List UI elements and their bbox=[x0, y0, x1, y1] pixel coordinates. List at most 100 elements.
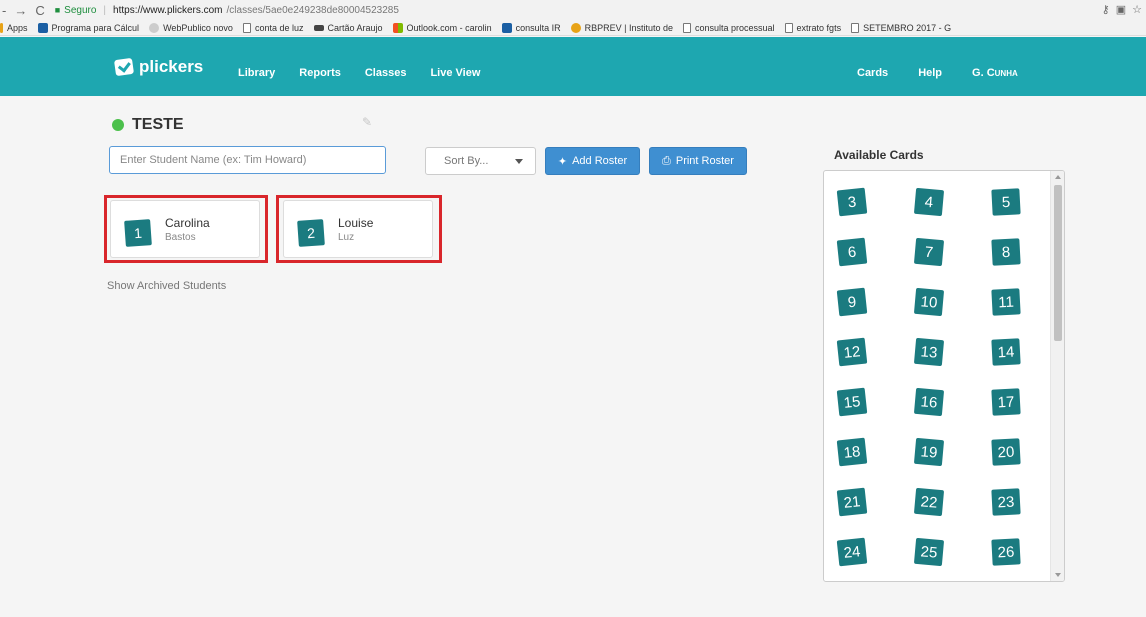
pencil-icon[interactable]: ✎ bbox=[362, 115, 374, 129]
available-card[interactable]: 7 bbox=[913, 237, 945, 267]
bookmark-label: conta de luz bbox=[254, 22, 304, 33]
bookmark-label: Cartão Araujo bbox=[327, 22, 383, 33]
caret-down-icon bbox=[515, 158, 523, 164]
card-icon bbox=[313, 24, 324, 31]
url-field[interactable]: ■ Seguro | https://www.plickers.com/clas… bbox=[55, 5, 399, 16]
available-card[interactable]: 25 bbox=[913, 537, 945, 567]
url-separator: | bbox=[103, 4, 107, 16]
key-icon[interactable]: ⚷ bbox=[1102, 3, 1110, 16]
add-roster-label: Add Roster bbox=[572, 155, 628, 167]
available-card[interactable]: 13 bbox=[913, 337, 945, 367]
bookmark-item[interactable]: RBPREV | Instituto de bbox=[570, 22, 673, 33]
available-card[interactable]: 3 bbox=[836, 187, 868, 217]
print-roster-label: Print Roster bbox=[675, 155, 734, 167]
bookmark-item[interactable]: conta de luz bbox=[242, 22, 304, 33]
logo-text: plickers bbox=[139, 57, 204, 76]
page-icon bbox=[784, 22, 793, 33]
nav-reports[interactable]: Reports bbox=[299, 67, 341, 79]
extension-icon[interactable]: ▣ bbox=[1116, 3, 1126, 16]
available-card[interactable]: 22 bbox=[913, 487, 945, 517]
available-cards-title: Available Cards bbox=[834, 148, 924, 162]
card-grid: 3 4 5 6 7 8 9 10 11 12 13 14 15 16 17 18 19 20 21 22 23 24 25 2… bbox=[836, 187, 1048, 567]
bookmarks-bar: Apps Programa para Cálcul WebPublico nov… bbox=[0, 20, 1146, 36]
class-name: TESTE bbox=[132, 116, 184, 133]
available-card[interactable]: 26 bbox=[991, 538, 1021, 566]
bookmark-label: Outlook.com - carolin bbox=[406, 22, 492, 33]
available-card[interactable]: 9 bbox=[836, 287, 868, 317]
forward-icon[interactable]: → bbox=[14, 3, 27, 18]
available-card[interactable]: 5 bbox=[991, 188, 1021, 216]
printer-icon: ⎙ bbox=[662, 154, 671, 167]
apps-icon bbox=[0, 22, 3, 33]
magic-wand-icon: ✦ bbox=[557, 155, 568, 168]
add-roster-button[interactable]: ✦ Add Roster bbox=[545, 147, 640, 175]
available-card[interactable]: 23 bbox=[991, 488, 1021, 516]
main-nav: Library Reports Classes Live View bbox=[238, 67, 480, 79]
bookmark-item[interactable]: consulta processual bbox=[683, 22, 775, 33]
nav-cards[interactable]: Cards bbox=[857, 67, 888, 79]
available-card[interactable]: 16 bbox=[913, 387, 945, 417]
site-icon bbox=[501, 22, 512, 33]
annotation-highlight-box bbox=[276, 195, 442, 263]
available-card[interactable]: 20 bbox=[991, 438, 1021, 466]
windows-icon bbox=[392, 22, 403, 33]
url-path: /classes/5ae0e249238de80004523285 bbox=[226, 4, 399, 16]
bookmark-label: consulta IR bbox=[515, 22, 561, 33]
bookmark-item[interactable]: Outlook.com - carolin bbox=[392, 22, 492, 33]
secure-label: Seguro bbox=[64, 4, 97, 16]
available-card[interactable]: 14 bbox=[991, 338, 1021, 366]
page-icon bbox=[683, 22, 691, 33]
available-card[interactable]: 6 bbox=[836, 237, 868, 267]
bookmark-item[interactable]: SETEMBRO 2017 - G bbox=[851, 22, 952, 33]
available-card[interactable]: 11 bbox=[991, 288, 1021, 316]
available-card[interactable]: 4 bbox=[913, 187, 945, 217]
bookmark-apps[interactable]: Apps bbox=[0, 22, 28, 33]
show-archived-link[interactable]: Show Archived Students bbox=[107, 280, 226, 292]
reload-icon[interactable]: C bbox=[35, 3, 44, 18]
available-card[interactable]: 12 bbox=[836, 337, 868, 367]
url-domain: https://www.plickers.com bbox=[113, 4, 223, 16]
available-card[interactable]: 21 bbox=[836, 487, 868, 517]
plickers-logo[interactable]: plickers bbox=[113, 57, 204, 77]
print-roster-button[interactable]: ⎙ Print Roster bbox=[649, 147, 747, 175]
available-card[interactable]: 24 bbox=[836, 537, 868, 567]
scroll-up-icon[interactable] bbox=[1055, 175, 1061, 179]
back-icon[interactable]: - bbox=[2, 3, 6, 18]
rbprev-icon bbox=[570, 22, 581, 33]
bookmark-item[interactable]: Programa para Cálcul bbox=[37, 22, 139, 33]
available-card[interactable]: 18 bbox=[836, 437, 868, 467]
bookmark-label: WebPublico novo bbox=[163, 22, 233, 33]
nav-classes[interactable]: Classes bbox=[365, 67, 407, 79]
available-card[interactable]: 15 bbox=[836, 387, 868, 417]
available-card[interactable]: 17 bbox=[991, 388, 1021, 416]
browser-right-icons: ⚷ ▣ ☆ bbox=[1102, 3, 1142, 16]
scrollbar[interactable] bbox=[1050, 171, 1064, 581]
bookmark-label: SETEMBRO 2017 - G bbox=[863, 22, 952, 33]
available-card[interactable]: 10 bbox=[913, 287, 945, 317]
nav-live-view[interactable]: Live View bbox=[430, 67, 480, 79]
browser-nav: - → C bbox=[0, 3, 45, 18]
scroll-down-icon[interactable] bbox=[1055, 573, 1061, 577]
bookmark-item[interactable]: extrato fgts bbox=[784, 22, 842, 33]
sort-label: Sort By... bbox=[444, 155, 489, 167]
bookmark-label: RBPREV | Instituto de bbox=[584, 22, 673, 33]
bookmark-item[interactable]: Cartão Araujo bbox=[313, 22, 383, 33]
page-icon bbox=[851, 22, 860, 33]
globe-icon bbox=[149, 22, 160, 33]
scrollbar-thumb[interactable] bbox=[1054, 185, 1062, 341]
annotation-highlight-box bbox=[104, 195, 268, 263]
nav-help[interactable]: Help bbox=[918, 67, 942, 79]
bookmark-label: extrato fgts bbox=[796, 22, 842, 33]
sort-by-select[interactable]: Sort By... bbox=[425, 147, 536, 175]
page-title: TESTE bbox=[112, 116, 184, 134]
nav-library[interactable]: Library bbox=[238, 67, 275, 79]
available-card[interactable]: 19 bbox=[913, 437, 945, 467]
star-icon[interactable]: ☆ bbox=[1132, 3, 1142, 16]
page-icon bbox=[242, 22, 251, 33]
bookmark-label: Apps bbox=[7, 22, 28, 33]
bookmark-item[interactable]: WebPublico novo bbox=[149, 22, 233, 33]
student-name-input[interactable] bbox=[109, 146, 386, 174]
bookmark-item[interactable]: consulta IR bbox=[501, 22, 561, 33]
available-card[interactable]: 8 bbox=[991, 238, 1021, 266]
user-menu[interactable]: G. Cunha bbox=[972, 67, 1018, 79]
